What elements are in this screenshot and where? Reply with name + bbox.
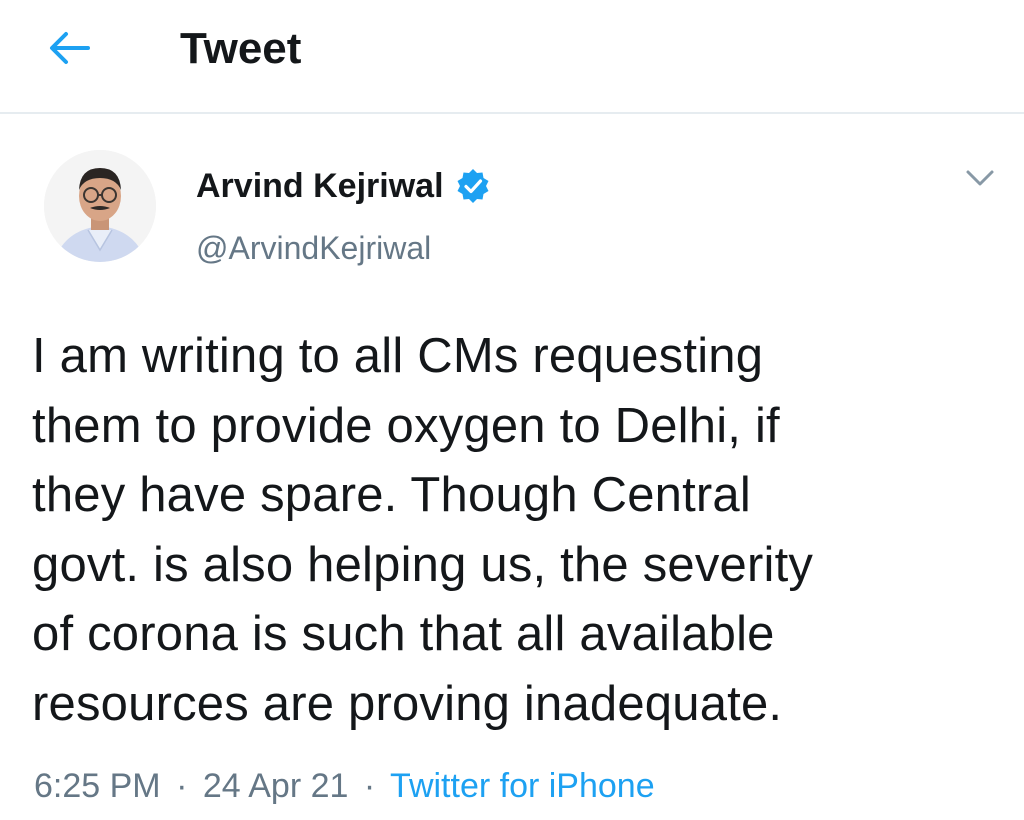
- tweet-date: 24 Apr 21: [202, 767, 349, 805]
- tweet-meta: 6:25 PM · 24 Apr 21 · Twitter for iPhone: [34, 764, 655, 808]
- tweet-time: 6:25 PM: [34, 767, 161, 805]
- author-name[interactable]: Arvind Kejriwal: [196, 167, 444, 206]
- meta-separator: ·: [176, 767, 188, 805]
- meta-separator: ·: [363, 767, 376, 805]
- verified-badge-icon: [456, 169, 490, 203]
- tweet-source-link[interactable]: Twitter for iPhone: [390, 767, 655, 805]
- tweet-menu-button[interactable]: [962, 162, 998, 198]
- arrow-left-icon: [48, 30, 92, 71]
- author-handle[interactable]: @ArvindKejriwal: [196, 230, 431, 267]
- page-title: Tweet: [180, 24, 302, 73]
- chevron-down-icon: [965, 168, 995, 193]
- avatar[interactable]: [44, 150, 156, 262]
- tweet-text: I am writing to all CMs requesting them …: [32, 329, 814, 731]
- author-name-row[interactable]: Arvind Kejriwal: [196, 164, 490, 208]
- top-bar: Tweet: [0, 0, 1024, 114]
- tweet-author-header: Arvind Kejriwal @ArvindKejriwal: [0, 114, 1024, 304]
- back-button[interactable]: [42, 22, 98, 78]
